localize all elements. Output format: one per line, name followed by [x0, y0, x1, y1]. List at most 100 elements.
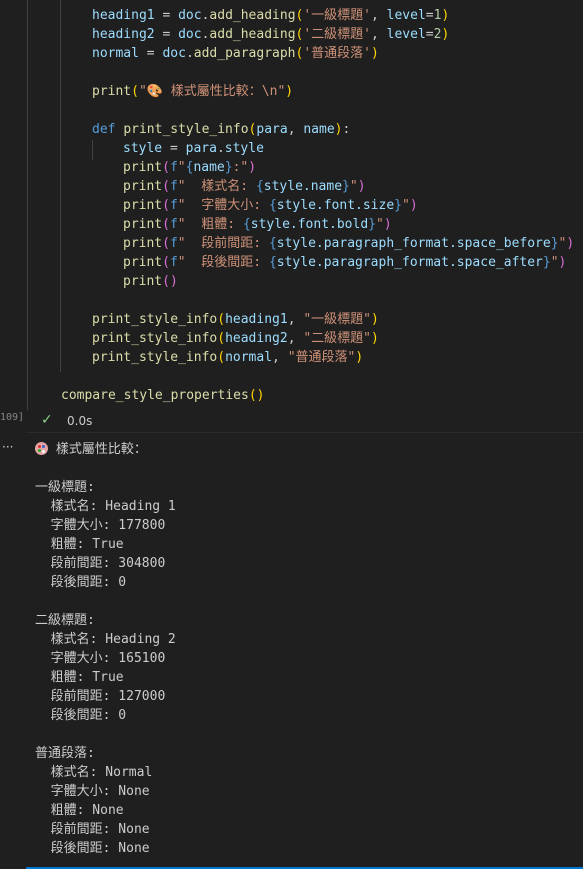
string-token: "	[550, 255, 559, 270]
code-line: heading2 = doc.add_heading('二級標題', level…	[92, 27, 450, 42]
string-token: " 段後間距:	[177, 255, 269, 270]
output-line: 段前間距: 304800	[35, 556, 166, 571]
output-line: 粗體: True	[35, 537, 124, 552]
palette-icon	[35, 442, 48, 455]
code-line: print_style_info(normal, "普通段落")	[92, 350, 364, 365]
var-token: style	[123, 141, 163, 156]
output-line: 粗體: None	[35, 803, 124, 818]
output-line: 樣式名: Heading 2	[35, 632, 176, 647]
string-token: "一級標題"	[303, 312, 371, 327]
func-token: print	[123, 236, 163, 251]
var-token: heading1	[92, 8, 155, 23]
keyword-token: f	[169, 198, 178, 213]
string-token: " 段前間距:	[177, 236, 269, 251]
string-token: "	[177, 160, 186, 175]
output-line: 粗體: True	[35, 670, 124, 685]
keyword-token: def	[92, 122, 116, 137]
var-token: level	[386, 8, 426, 23]
func-token: print	[123, 198, 163, 213]
indent-guide	[60, 0, 61, 372]
output-header: 樣式屬性比較：	[35, 440, 147, 459]
output-line: 段後間距: None	[35, 841, 150, 856]
expr-token: style.font.size	[276, 198, 395, 213]
output-line: 字體大小: 177800	[35, 518, 166, 533]
expr-token: style.paragraph_format.space_before	[276, 236, 551, 251]
code-line: print(f" 粗體: {style.font.bold}")	[123, 217, 392, 232]
code-line: print(f" 段前間距: {style.paragraph_format.s…	[123, 236, 575, 251]
func-token: print	[123, 160, 163, 175]
output-line: 樣式名: Normal	[35, 765, 153, 780]
execution-time: 0.0s	[67, 414, 93, 428]
code-line: print_style_info(heading2, "二級標題")	[92, 331, 379, 346]
output-line: 二級標題:	[35, 613, 95, 628]
output-line: 字體大小: 165100	[35, 651, 166, 666]
code-line: print(f" 字體大小: {style.font.size}")	[123, 198, 418, 213]
func-token: print_style_info	[123, 122, 249, 137]
string-token: " 樣式名:	[177, 179, 256, 194]
var-token: normal	[225, 350, 273, 365]
string-token: "普通段落"	[287, 350, 356, 365]
check-icon: ✓	[41, 412, 53, 428]
keyword-token: f	[169, 236, 178, 251]
code-line: def print_style_info(para, name):	[92, 122, 351, 137]
indent-guide	[92, 140, 93, 160]
string-token: '普通段落'	[303, 46, 371, 61]
var-token: level	[386, 27, 426, 42]
string-token: " 粗體:	[177, 217, 243, 232]
string-token: "🎨 樣式屬性比較：\n"	[138, 84, 286, 99]
output-line: 一級標題:	[35, 480, 95, 495]
var-token: normal	[92, 46, 139, 61]
code-line: normal = doc.add_paragraph('普通段落')	[92, 46, 379, 61]
code-line: style = para.style	[123, 141, 264, 156]
string-token: '一級標題'	[303, 8, 371, 23]
var-token: style	[224, 141, 264, 156]
expr-token: style.paragraph_format.space_after	[276, 255, 543, 270]
param-token: name	[303, 122, 335, 137]
expr-token: style.font.bold	[250, 217, 369, 232]
var-token: heading2	[92, 27, 155, 42]
code-line: print_style_info(heading1, "一級標題")	[92, 312, 379, 327]
output-header-text: 樣式屬性比較：	[55, 442, 147, 457]
func-token: print	[123, 255, 163, 270]
output-line: 樣式名: Heading 1	[35, 499, 176, 514]
func-token: add_heading	[209, 27, 296, 42]
output-line: 段後間距: 0	[35, 575, 127, 590]
func-token: print	[92, 84, 132, 99]
expr-token: name	[193, 160, 225, 175]
var-token: para	[185, 141, 217, 156]
output-line: 段前間距: None	[35, 822, 150, 837]
func-token: print_style_info	[92, 350, 218, 365]
code-cell-editor[interactable]: heading1 = doc.add_heading('一級標題', level…	[0, 0, 583, 410]
code-line: heading1 = doc.add_heading('一級標題', level…	[92, 8, 450, 23]
code-line: print("🎨 樣式屬性比較：\n")	[92, 84, 294, 99]
func-token: add_heading	[209, 8, 296, 23]
string-token: "	[402, 198, 410, 213]
func-token: print	[123, 274, 163, 289]
cell-output: 樣式屬性比較： 一級標題: 樣式名: Heading 1 字體大小: 17780…	[0, 432, 583, 869]
func-token: print	[123, 179, 163, 194]
string-token: '二級標題'	[303, 27, 371, 42]
output-line: 段後間距: 0	[35, 708, 127, 723]
func-token: print	[123, 217, 163, 232]
func-token: print_style_info	[92, 312, 218, 327]
code-line: print()	[123, 274, 178, 289]
code-line: print(f" 段後間距: {style.paragraph_format.s…	[123, 255, 567, 270]
func-token: print_style_info	[92, 331, 218, 346]
string-token: "	[349, 179, 358, 194]
var-token: doc	[178, 8, 202, 23]
output-line: 普通段落:	[35, 746, 95, 761]
string-token: "	[376, 217, 384, 232]
keyword-token: f	[169, 217, 178, 232]
indent-guide	[27, 0, 28, 410]
param-token: para	[256, 122, 288, 137]
var-token: heading2	[225, 331, 288, 346]
var-token: doc	[162, 46, 186, 61]
keyword-token: f	[169, 179, 178, 194]
cell-status: ✓ 0.0s	[0, 410, 583, 432]
string-token: :"	[232, 160, 249, 175]
string-token: "二級標題"	[303, 331, 371, 346]
output-line: 字體大小: None	[35, 784, 150, 799]
code-line: print(f"{name}:")	[123, 160, 257, 175]
var-token: heading1	[225, 312, 288, 327]
func-token: add_paragraph	[193, 46, 296, 61]
